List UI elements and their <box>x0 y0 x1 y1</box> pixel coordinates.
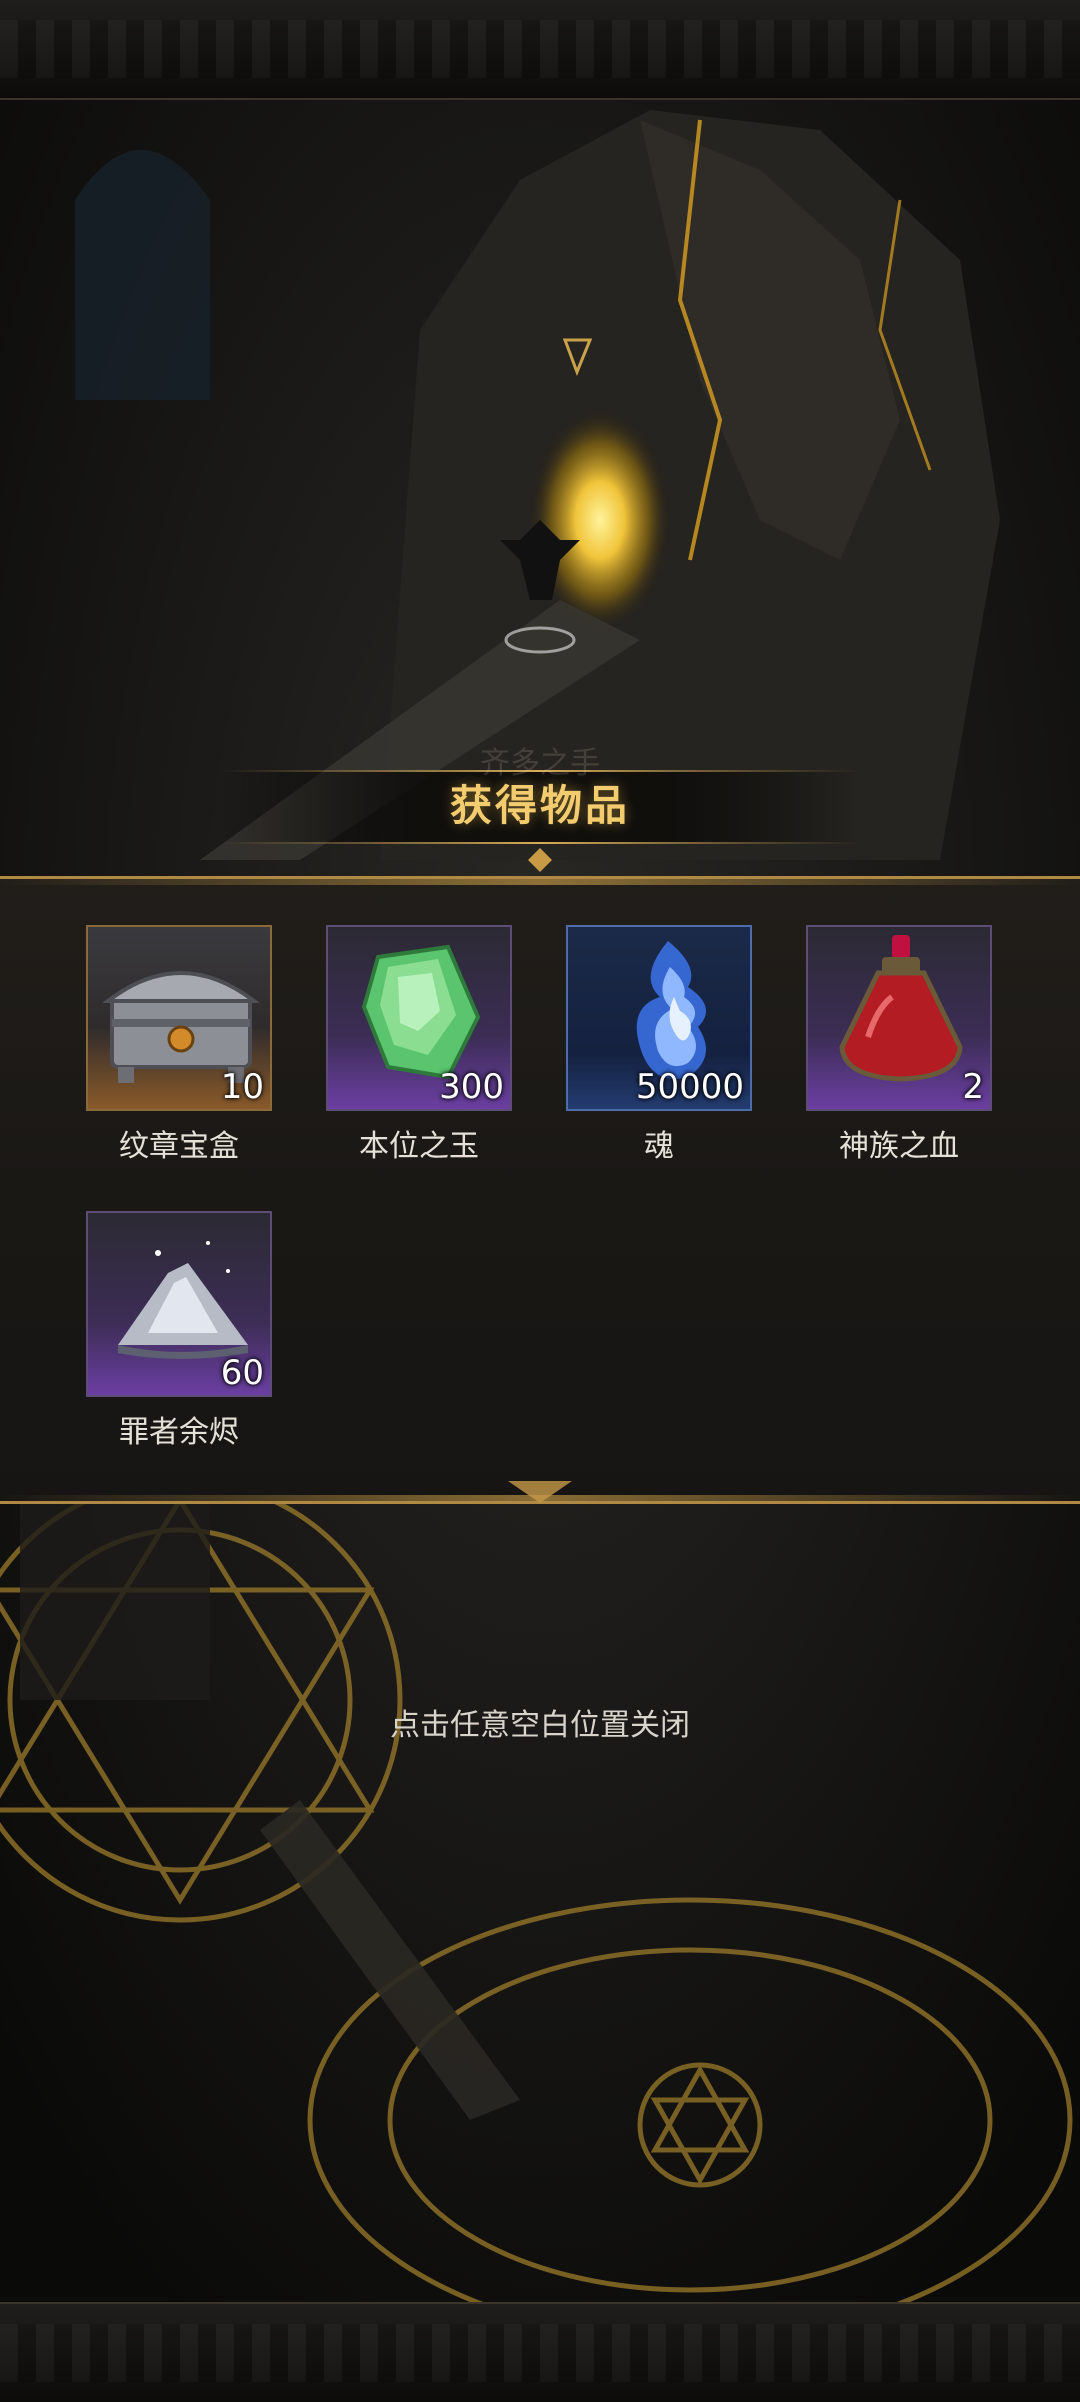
item-card[interactable]: 60 <box>86 1211 272 1397</box>
item-card[interactable]: 300 <box>326 925 512 1111</box>
item-count: 300 <box>439 1067 504 1107</box>
rewards-panel: 10 纹章宝盒 300 本位之玉 50000 魂 2 神族之血 60 罪者余烬 <box>0 876 1080 1504</box>
item-name: 罪者余烬 <box>119 1415 239 1450</box>
item-count: 60 <box>220 1353 264 1393</box>
item-card[interactable]: 50000 <box>566 925 752 1111</box>
background-watermark-text: 齐多之手 <box>480 746 600 781</box>
top-frame-border <box>0 0 1080 100</box>
panel-bottom-ornament <box>508 1481 572 1503</box>
item-name: 魂 <box>644 1129 674 1164</box>
item-count: 50000 <box>635 1067 744 1107</box>
item-card[interactable]: 2 <box>806 925 992 1111</box>
bottom-frame-border <box>0 2302 1080 2402</box>
tap-to-close-hint[interactable]: 点击任意空白位置关闭 <box>0 1700 1080 1744</box>
item-count: 2 <box>962 1067 984 1107</box>
item-count: 10 <box>220 1067 264 1107</box>
item-name: 神族之血 <box>839 1129 959 1164</box>
item-name: 纹章宝盒 <box>119 1129 239 1164</box>
item-card[interactable]: 10 <box>86 925 272 1111</box>
item-name: 本位之玉 <box>359 1129 479 1164</box>
